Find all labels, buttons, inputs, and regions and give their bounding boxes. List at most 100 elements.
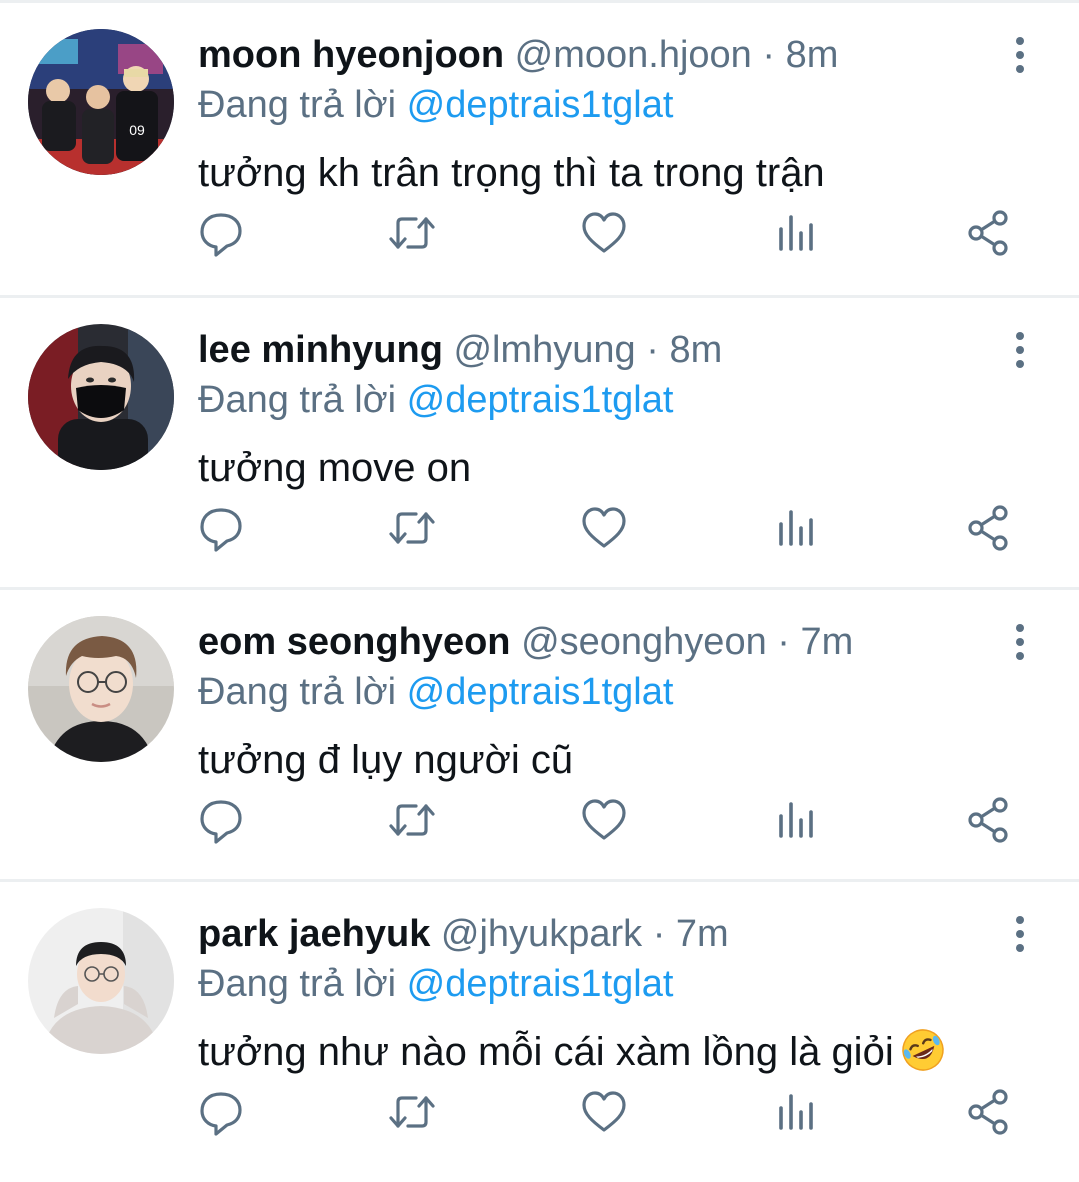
views-button[interactable] <box>766 498 826 558</box>
action-bar <box>0 790 1079 850</box>
reply-feed: 09 moon hyeonjoon @moon.hjoon · 8m Đang … <box>0 0 1079 1171</box>
svg-text:09: 09 <box>129 122 145 138</box>
heart-icon <box>582 507 626 548</box>
tweet[interactable]: eom seonghyeon @seonghyeon · 7m Đang trả… <box>0 587 1079 879</box>
reply-button[interactable] <box>191 790 251 850</box>
avatar[interactable]: 09 <box>28 29 174 175</box>
avatar-photo <box>28 616 174 762</box>
tweet-text: tưởng kh trân trọng thì ta trong trận <box>198 145 825 201</box>
replying-to-mention[interactable]: @deptrais1tglat <box>407 379 674 421</box>
tweet[interactable]: 09 moon hyeonjoon @moon.hjoon · 8m Đang … <box>0 3 1079 295</box>
like-button[interactable] <box>574 498 634 558</box>
timestamp[interactable]: 7m <box>801 621 854 663</box>
tweet-text: tưởng như nào mỗi cái xàm lồng là giỏi <box>198 1024 946 1080</box>
timestamp[interactable]: 8m <box>669 329 722 371</box>
more-vertical-icon <box>1016 624 1024 660</box>
retweet-button[interactable] <box>382 790 442 850</box>
action-bar <box>0 1082 1079 1142</box>
user-handle[interactable]: @lmhyung <box>453 329 635 371</box>
avatar-photo: 09 <box>28 29 174 175</box>
heart-icon <box>582 212 626 253</box>
reply-bubble-icon <box>200 508 242 552</box>
replying-to-label: Đang trả lời <box>198 84 397 126</box>
avatar-photo <box>28 908 174 1054</box>
more-vertical-icon <box>1016 916 1024 952</box>
replying-to-mention[interactable]: @deptrais1tglat <box>407 84 674 126</box>
reply-button[interactable] <box>191 498 251 558</box>
like-button[interactable] <box>574 790 634 850</box>
tweet-header: park jaehyuk @jhyukpark · 7m <box>198 908 729 960</box>
views-bar-chart-icon <box>779 510 813 546</box>
display-name[interactable]: eom seonghyeon <box>198 621 511 663</box>
user-handle[interactable]: @moon.hjoon <box>515 34 752 76</box>
retweet-icon <box>389 512 435 544</box>
replying-to-line: Đang trả lời @deptrais1tglat <box>198 958 673 1010</box>
action-bar <box>0 498 1079 558</box>
reply-button[interactable] <box>191 203 251 263</box>
avatar[interactable] <box>28 324 174 470</box>
avatar-photo <box>28 324 174 470</box>
views-bar-chart-icon <box>779 1094 813 1130</box>
separator-dot: · <box>652 913 666 955</box>
replying-to-mention[interactable]: @deptrais1tglat <box>407 671 674 713</box>
more-options-button[interactable] <box>1000 328 1040 372</box>
reply-button[interactable] <box>191 1082 251 1142</box>
tweet-header: lee minhyung @lmhyung · 8m <box>198 324 722 376</box>
display-name[interactable]: park jaehyuk <box>198 913 430 955</box>
retweet-icon <box>389 1096 435 1128</box>
views-button[interactable] <box>766 790 826 850</box>
rolling-on-floor-laughing-emoji <box>901 1029 944 1071</box>
share-button[interactable] <box>959 498 1019 558</box>
views-bar-chart-icon <box>779 802 813 838</box>
user-handle[interactable]: @jhyukpark <box>441 913 642 955</box>
replying-to-label: Đang trả lời <box>198 671 397 713</box>
share-icon <box>968 505 1008 551</box>
reply-bubble-icon <box>200 800 242 844</box>
retweet-icon <box>389 804 435 836</box>
separator-dot: · <box>777 621 790 663</box>
reply-bubble-icon <box>200 213 242 257</box>
retweet-button[interactable] <box>382 498 442 558</box>
replying-to-label: Đang trả lời <box>198 379 397 421</box>
tweet-header: moon hyeonjoon @moon.hjoon · 8m <box>198 29 838 81</box>
like-button[interactable] <box>574 203 634 263</box>
avatar[interactable] <box>28 908 174 1054</box>
tweet[interactable]: park jaehyuk @jhyukpark · 7m Đang trả lờ… <box>0 879 1079 1171</box>
tweet-text: tưởng đ lụy người cũ <box>198 732 573 788</box>
views-button[interactable] <box>766 1082 826 1142</box>
like-button[interactable] <box>574 1082 634 1142</box>
more-options-button[interactable] <box>1000 620 1040 664</box>
heart-icon <box>582 799 626 840</box>
share-icon <box>968 210 1008 256</box>
share-button[interactable] <box>959 790 1019 850</box>
retweet-button[interactable] <box>382 1082 442 1142</box>
tweet-text-content: tưởng kh trân trọng thì ta trong trận <box>198 151 825 195</box>
tweet-text-content: tưởng move on <box>198 446 472 490</box>
views-bar-chart-icon <box>779 215 813 251</box>
share-icon <box>968 1089 1008 1135</box>
retweet-button[interactable] <box>382 203 442 263</box>
user-handle[interactable]: @seonghyeon <box>521 621 767 663</box>
tweet-text: tưởng move on <box>198 440 471 496</box>
tweet[interactable]: lee minhyung @lmhyung · 8m Đang trả lời … <box>0 295 1079 587</box>
display-name[interactable]: moon hyeonjoon <box>198 34 504 76</box>
share-button[interactable] <box>959 203 1019 263</box>
replying-to-mention[interactable]: @deptrais1tglat <box>407 963 674 1005</box>
replying-to-line: Đang trả lời @deptrais1tglat <box>198 666 673 718</box>
replying-to-line: Đang trả lời @deptrais1tglat <box>198 79 673 131</box>
more-vertical-icon <box>1016 332 1024 368</box>
replying-to-label: Đang trả lời <box>198 963 397 1005</box>
share-button[interactable] <box>959 1082 1019 1142</box>
more-vertical-icon <box>1016 37 1024 73</box>
timestamp[interactable]: 7m <box>676 913 729 955</box>
views-button[interactable] <box>766 203 826 263</box>
timestamp[interactable]: 8m <box>786 34 839 76</box>
display-name[interactable]: lee minhyung <box>198 329 443 371</box>
replying-to-line: Đang trả lời @deptrais1tglat <box>198 374 673 426</box>
tweet-header: eom seonghyeon @seonghyeon · 7m <box>198 616 853 668</box>
more-options-button[interactable] <box>1000 912 1040 956</box>
reply-bubble-icon <box>200 1092 242 1136</box>
separator-dot: · <box>646 329 659 371</box>
more-options-button[interactable] <box>1000 33 1040 77</box>
avatar[interactable] <box>28 616 174 762</box>
